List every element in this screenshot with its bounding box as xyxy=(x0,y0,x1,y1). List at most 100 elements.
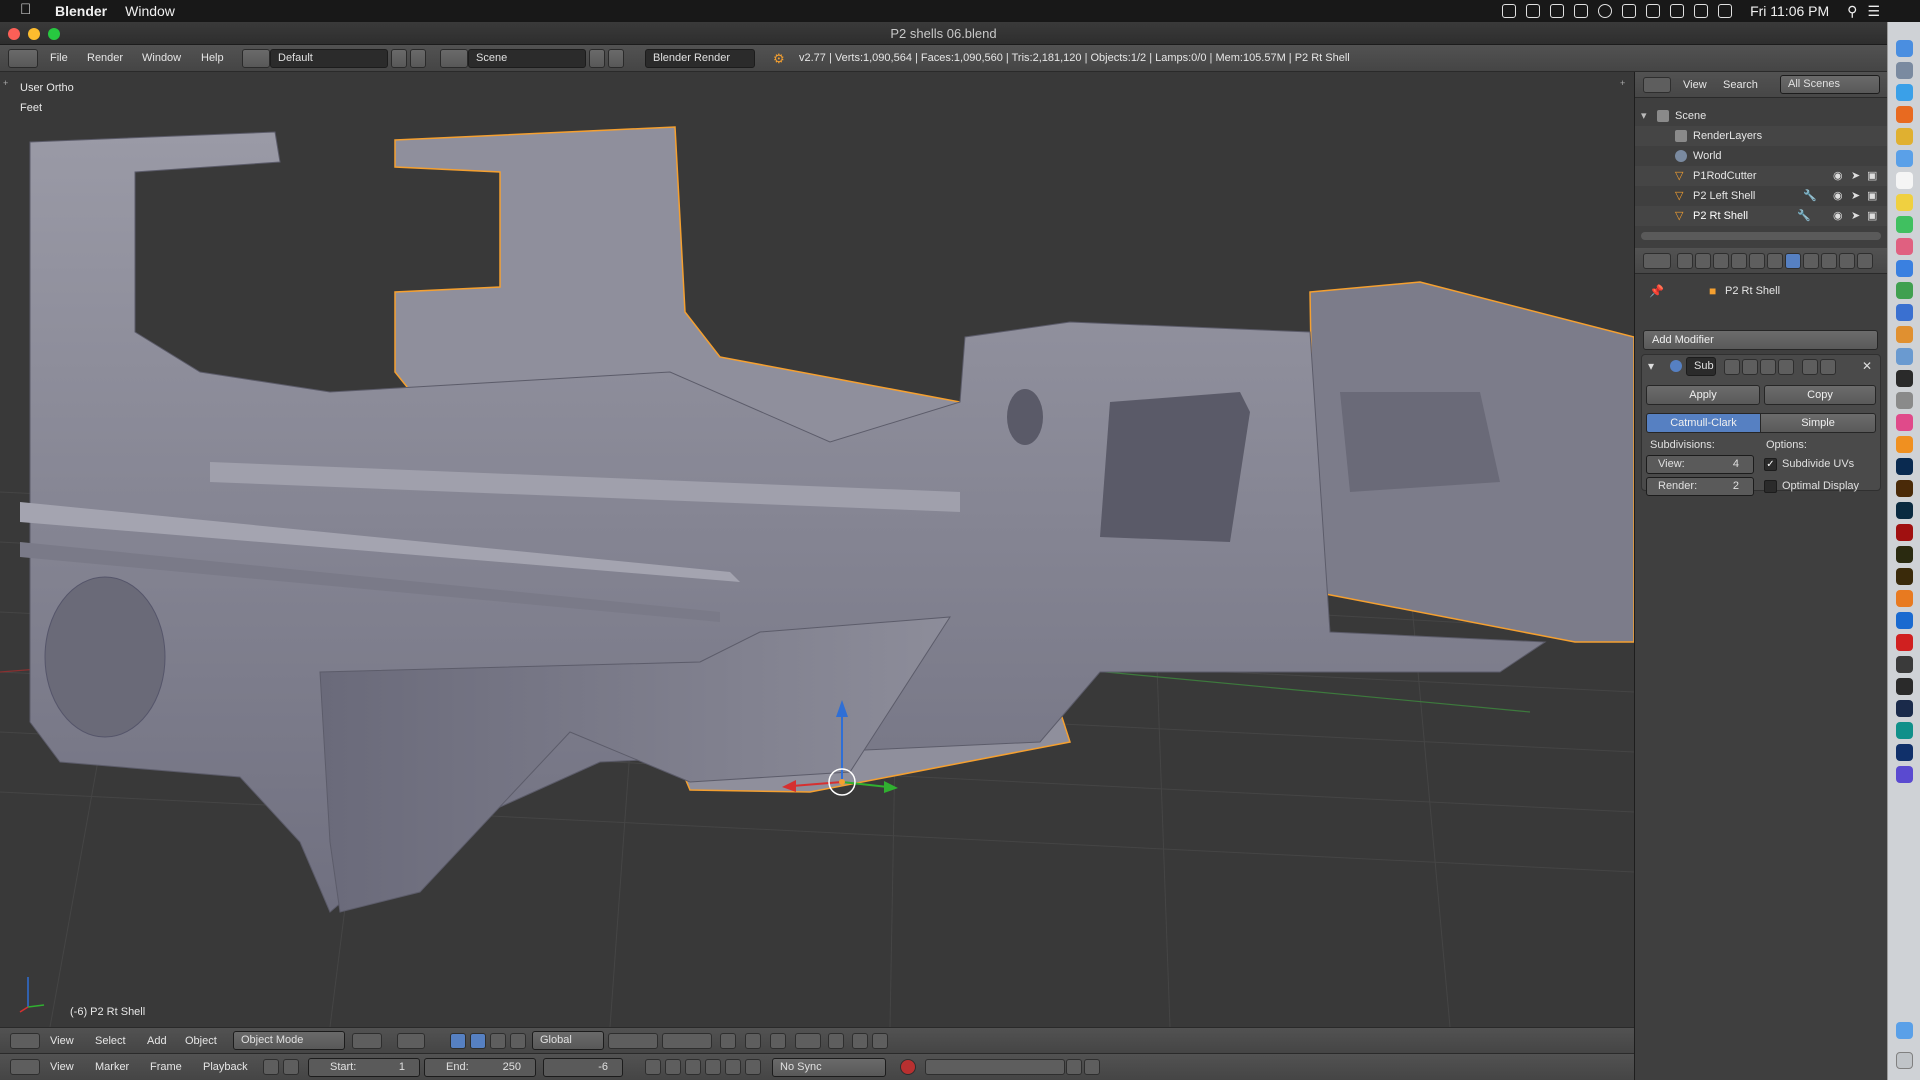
outliner-item-p2-left-shell[interactable]: ▽ P2 Left Shell 🔧 ◉ ➤ ▣ xyxy=(1635,186,1888,206)
lock-layers-icon[interactable] xyxy=(720,1033,736,1049)
time-machine-icon[interactable] xyxy=(1598,4,1613,18)
constraints-tab-icon[interactable] xyxy=(1767,253,1783,269)
expand-icon[interactable]: ▾ xyxy=(1641,106,1647,126)
system-preferences-icon[interactable] xyxy=(1896,392,1913,409)
sync-mode-select[interactable]: No Sync xyxy=(772,1058,886,1077)
outliner-menu-view[interactable]: View xyxy=(1683,79,1707,91)
outliner-item-p1rodcutter[interactable]: ▽ P1RodCutter ◉ ➤ ▣ xyxy=(1635,166,1888,186)
apply-button[interactable]: Apply xyxy=(1646,385,1760,405)
editor-type-button[interactable] xyxy=(10,1059,40,1075)
render-tab-icon[interactable] xyxy=(1677,253,1693,269)
scale-manipulator-icon[interactable] xyxy=(510,1033,526,1049)
interaction-mode-select[interactable]: Object Mode xyxy=(233,1031,345,1050)
menu-frame[interactable]: Frame xyxy=(150,1061,182,1073)
layout-field[interactable]: Default xyxy=(270,49,388,68)
eject-icon[interactable] xyxy=(1622,4,1637,18)
firefox-icon[interactable] xyxy=(1896,106,1913,123)
star-app-icon[interactable] xyxy=(1896,766,1913,783)
optimal-display-checkbox[interactable] xyxy=(1764,480,1777,493)
3d-viewport[interactable]: User Ortho Feet (-6) P2 Rt Shell + + xyxy=(0,72,1634,1027)
menu-window[interactable]: Window xyxy=(125,3,175,19)
rotate-manipulator-icon[interactable] xyxy=(490,1033,506,1049)
jump-prev-keyframe-icon[interactable] xyxy=(665,1059,681,1075)
notes-icon[interactable] xyxy=(1896,194,1913,211)
view-levels-field[interactable]: View: 4 xyxy=(1646,455,1754,474)
messages-icon[interactable] xyxy=(1896,216,1913,233)
outliner-scrollbar[interactable] xyxy=(1641,232,1881,240)
modifiers-tab-icon[interactable] xyxy=(1785,253,1801,269)
menu-view[interactable]: View xyxy=(50,1035,74,1047)
jump-start-icon[interactable] xyxy=(645,1059,661,1075)
outliner-item-scene[interactable]: ▾ Scene xyxy=(1635,106,1888,126)
scene-type-button[interactable] xyxy=(440,49,468,68)
properties-editor-type-button[interactable] xyxy=(1643,253,1671,269)
outliner-item-world[interactable]: World xyxy=(1635,146,1888,166)
notification-center-icon[interactable]: ☰ xyxy=(1867,3,1880,20)
object-tab-icon[interactable] xyxy=(1749,253,1765,269)
menu-select[interactable]: Select xyxy=(95,1035,126,1047)
collapse-modifier-icon[interactable]: ▾ xyxy=(1648,359,1654,373)
current-frame-field[interactable]: -6 xyxy=(543,1058,623,1077)
simple-option[interactable]: Simple xyxy=(1760,413,1876,433)
jump-next-keyframe-icon[interactable] xyxy=(725,1059,741,1075)
viewport-shading-button[interactable] xyxy=(352,1033,382,1049)
slicer-icon[interactable] xyxy=(1896,656,1913,673)
modifier-cage-toggle[interactable] xyxy=(1778,359,1794,375)
ibooks-icon[interactable] xyxy=(1896,436,1913,453)
creative-cloud-icon[interactable] xyxy=(1574,4,1589,18)
calendar-icon[interactable] xyxy=(1896,172,1913,189)
safari-icon[interactable] xyxy=(1896,84,1913,101)
app-menu-blender[interactable]: Blender xyxy=(55,3,107,19)
menu-marker[interactable]: Marker xyxy=(95,1061,129,1073)
downloads-stack-icon[interactable] xyxy=(1896,1022,1913,1039)
close-window-button[interactable] xyxy=(8,28,20,40)
visibility-eye-icon[interactable]: ◉ xyxy=(1833,206,1843,226)
texture-tab-icon[interactable] xyxy=(1839,253,1855,269)
transform-orientation-select[interactable]: Global xyxy=(532,1031,604,1050)
pages-icon[interactable] xyxy=(1896,326,1913,343)
layout-type-button[interactable] xyxy=(242,49,270,68)
play-icon[interactable] xyxy=(705,1059,721,1075)
menu-playback[interactable]: Playback xyxy=(203,1061,248,1073)
scene-field[interactable]: Scene xyxy=(468,49,586,68)
lock-time-icon[interactable] xyxy=(283,1059,299,1075)
pivot-point-button[interactable] xyxy=(397,1033,425,1049)
add-layout-button[interactable] xyxy=(391,49,407,68)
add-scene-button[interactable] xyxy=(589,49,605,68)
record-icon[interactable] xyxy=(900,1059,916,1075)
chrome-icon[interactable] xyxy=(1896,128,1913,145)
mail-icon[interactable] xyxy=(1896,150,1913,167)
render-camera-icon[interactable]: ▣ xyxy=(1867,166,1877,186)
cloud-icon[interactable] xyxy=(1550,4,1565,18)
add-modifier-dropdown[interactable]: Add Modifier xyxy=(1643,330,1878,350)
minimize-window-button[interactable] xyxy=(28,28,40,40)
move-modifier-down-icon[interactable] xyxy=(1820,359,1836,375)
acrobat-icon[interactable] xyxy=(1896,524,1913,541)
creative-cloud-dock-icon[interactable] xyxy=(1896,634,1913,651)
properties-toggle-icon[interactable]: + xyxy=(1620,78,1625,88)
editor-type-button[interactable] xyxy=(10,1033,40,1049)
finder-icon[interactable] xyxy=(1896,40,1913,57)
play-reverse-icon[interactable] xyxy=(685,1059,701,1075)
apple-icon[interactable]:  xyxy=(20,1,31,18)
preview-icon[interactable] xyxy=(1896,348,1913,365)
snap-icon[interactable] xyxy=(770,1033,786,1049)
jump-end-icon[interactable] xyxy=(745,1059,761,1075)
trash-icon[interactable] xyxy=(1896,1052,1913,1069)
remove-scene-button[interactable] xyxy=(608,49,624,68)
render-levels-field[interactable]: Render: 2 xyxy=(1646,477,1754,496)
select-cursor-icon[interactable]: ➤ xyxy=(1851,166,1860,186)
start-frame-field[interactable]: Start: 1 xyxy=(308,1058,420,1077)
menu-render[interactable]: Render xyxy=(87,52,123,64)
pin-icon[interactable]: 📌 xyxy=(1649,284,1664,298)
cura-icon[interactable] xyxy=(1896,612,1913,629)
outliner-item-renderlayers[interactable]: RenderLayers xyxy=(1635,126,1888,146)
steam-icon[interactable] xyxy=(1896,700,1913,717)
layers-grid-b[interactable] xyxy=(662,1033,712,1049)
display-icon[interactable] xyxy=(1694,4,1709,18)
menu-window[interactable]: Window xyxy=(142,52,181,64)
keying-set-icon[interactable] xyxy=(925,1059,1065,1075)
bluetooth-icon[interactable] xyxy=(1646,4,1661,18)
modifier-editmode-toggle[interactable] xyxy=(1760,359,1776,375)
editor-type-button[interactable] xyxy=(8,49,38,68)
